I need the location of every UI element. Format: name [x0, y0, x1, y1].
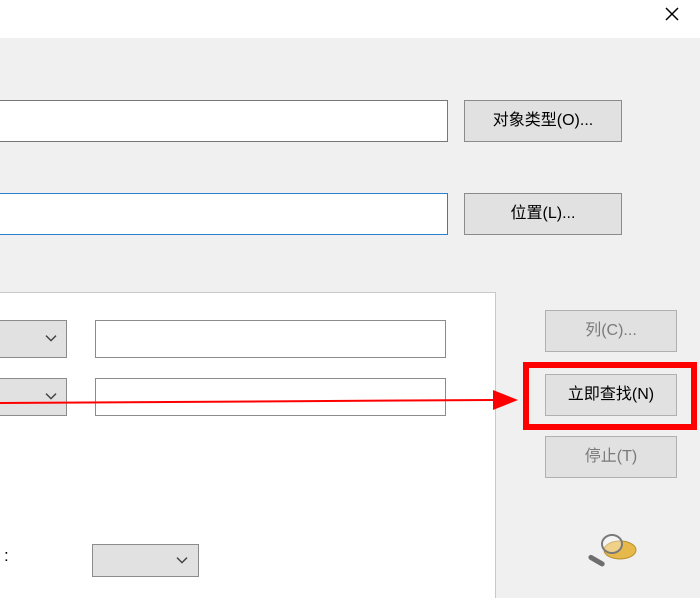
object-type-input[interactable]	[0, 100, 448, 142]
condition-value-2-input[interactable]	[95, 378, 446, 416]
close-button[interactable]	[664, 6, 692, 34]
condition-operator-1-combo[interactable]	[0, 320, 67, 358]
titlebar	[0, 0, 700, 38]
locations-button[interactable]: 位置(L)...	[464, 193, 622, 235]
bottom-combo[interactable]	[92, 544, 199, 577]
chevron-down-icon	[45, 335, 57, 343]
chevron-down-icon	[45, 393, 57, 401]
columns-button: 列(C)...	[545, 310, 677, 352]
close-icon	[664, 6, 692, 22]
object-types-button[interactable]: 对象类型(O)...	[464, 100, 622, 142]
condition-operator-2-combo[interactable]	[0, 378, 67, 416]
chevron-down-icon	[176, 556, 188, 564]
bottom-colon-label: :	[4, 546, 9, 566]
condition-value-1-input[interactable]	[95, 320, 446, 358]
find-now-button[interactable]: 立即查找(N)	[545, 374, 677, 416]
location-input[interactable]	[0, 193, 448, 235]
stop-button: 停止(T)	[545, 436, 677, 478]
